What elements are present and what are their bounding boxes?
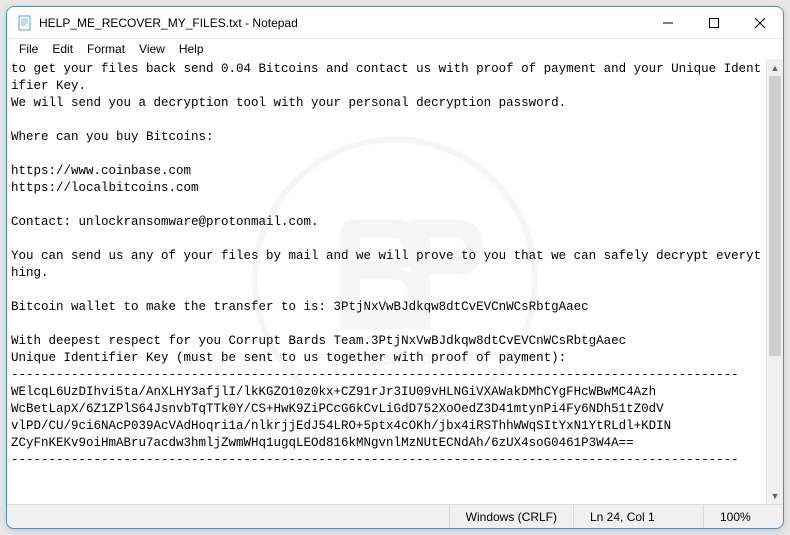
menubar: File Edit Format View Help — [7, 39, 783, 59]
scroll-track[interactable] — [767, 76, 783, 487]
maximize-button[interactable] — [691, 7, 737, 38]
titlebar: HELP_ME_RECOVER_MY_FILES.txt - Notepad — [7, 7, 783, 39]
menu-edit[interactable]: Edit — [46, 40, 79, 58]
menu-view[interactable]: View — [133, 40, 171, 58]
window-controls — [645, 7, 783, 38]
menu-format[interactable]: Format — [81, 40, 131, 58]
menu-help[interactable]: Help — [173, 40, 210, 58]
vertical-scrollbar[interactable]: ▲ ▼ — [766, 59, 783, 504]
close-button[interactable] — [737, 7, 783, 38]
notepad-icon — [17, 15, 33, 31]
status-encoding: Windows (CRLF) — [449, 505, 573, 528]
notepad-window: HELP_ME_RECOVER_MY_FILES.txt - Notepad F… — [6, 6, 784, 529]
content-wrapper: to get your files back send 0.04 Bitcoin… — [7, 59, 783, 504]
minimize-button[interactable] — [645, 7, 691, 38]
scroll-thumb[interactable] — [769, 76, 781, 356]
window-title: HELP_ME_RECOVER_MY_FILES.txt - Notepad — [39, 16, 645, 30]
text-area[interactable]: to get your files back send 0.04 Bitcoin… — [7, 59, 766, 504]
menu-file[interactable]: File — [13, 40, 44, 58]
status-position: Ln 24, Col 1 — [573, 505, 703, 528]
scroll-down-icon[interactable]: ▼ — [767, 487, 783, 504]
status-zoom: 100% — [703, 505, 783, 528]
scroll-up-icon[interactable]: ▲ — [767, 59, 783, 76]
statusbar: Windows (CRLF) Ln 24, Col 1 100% — [7, 504, 783, 528]
